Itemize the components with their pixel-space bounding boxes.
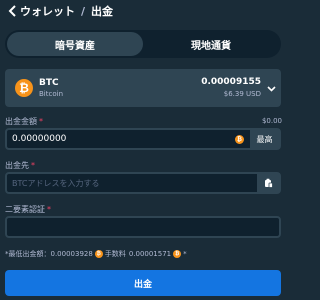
- fee-label: 手数料: [104, 250, 126, 258]
- min-amount: 0.00003928: [50, 250, 93, 258]
- currency-balance: 0.00009155: [201, 77, 261, 87]
- amount-label-text: 出金金額: [5, 117, 37, 126]
- tab-bar: 暗号資産 現地通貨: [5, 30, 281, 58]
- currency-usd-value: $6.39 USD: [223, 90, 261, 98]
- amount-usd-display: $0.00: [261, 117, 282, 125]
- btc-icon: ₿: [173, 250, 182, 258]
- two-factor-label: 二要素認証 *: [5, 204, 51, 215]
- tab-crypto[interactable]: 暗号資産: [7, 32, 143, 56]
- required-mark: *: [47, 205, 51, 214]
- amount-value[interactable]: 0.00000000: [12, 134, 66, 144]
- breadcrumb-separator: /: [81, 5, 86, 18]
- page-header: ウォレット / 出金: [0, 0, 287, 24]
- btc-icon: ₿: [15, 79, 33, 97]
- currency-selector[interactable]: ₿ BTC Bitcoin 0.00009155 $6.39 USD: [5, 69, 281, 107]
- breadcrumb: ウォレット / 出金: [20, 3, 113, 19]
- address-label-text: 出金先: [5, 161, 29, 170]
- two-factor-input[interactable]: [5, 216, 281, 238]
- btc-icon: ₿: [94, 250, 103, 258]
- withdraw-info: *最低出金額： 0.00003928 ₿ 手数料 0.00001571 ₿ *: [5, 249, 187, 259]
- address-placeholder[interactable]: BTCアドレスを入力する: [12, 178, 100, 189]
- fee-amount: 0.00001571: [128, 250, 172, 258]
- address-label: 出金先 *: [5, 160, 35, 171]
- tab-local-currency[interactable]: 現地通貨: [143, 32, 279, 56]
- chevron-left-icon[interactable]: [6, 4, 20, 18]
- currency-name: Bitcoin: [39, 90, 64, 98]
- required-mark: *: [31, 161, 35, 170]
- chevron-down-icon[interactable]: [267, 84, 276, 93]
- two-factor-label-text: 二要素認証: [5, 205, 45, 214]
- currency-symbol: BTC: [39, 78, 59, 88]
- btc-icon: ₿: [235, 135, 244, 144]
- info-prefix: *最低出金額：: [5, 250, 51, 258]
- withdraw-button[interactable]: 出金: [5, 270, 281, 296]
- clipboard-icon: [264, 178, 273, 188]
- address-input[interactable]: BTCアドレスを入力する: [5, 172, 281, 194]
- breadcrumb-wallet[interactable]: ウォレット: [20, 5, 75, 18]
- amount-label: 出金金額 *: [5, 116, 43, 127]
- max-button[interactable]: 最高: [250, 130, 279, 148]
- amount-input[interactable]: 0.00000000 ₿ 最高: [5, 128, 281, 150]
- required-mark: *: [39, 117, 43, 126]
- paste-button[interactable]: [257, 174, 279, 192]
- breadcrumb-withdraw: 出金: [91, 5, 114, 18]
- info-suffix: *: [183, 250, 187, 258]
